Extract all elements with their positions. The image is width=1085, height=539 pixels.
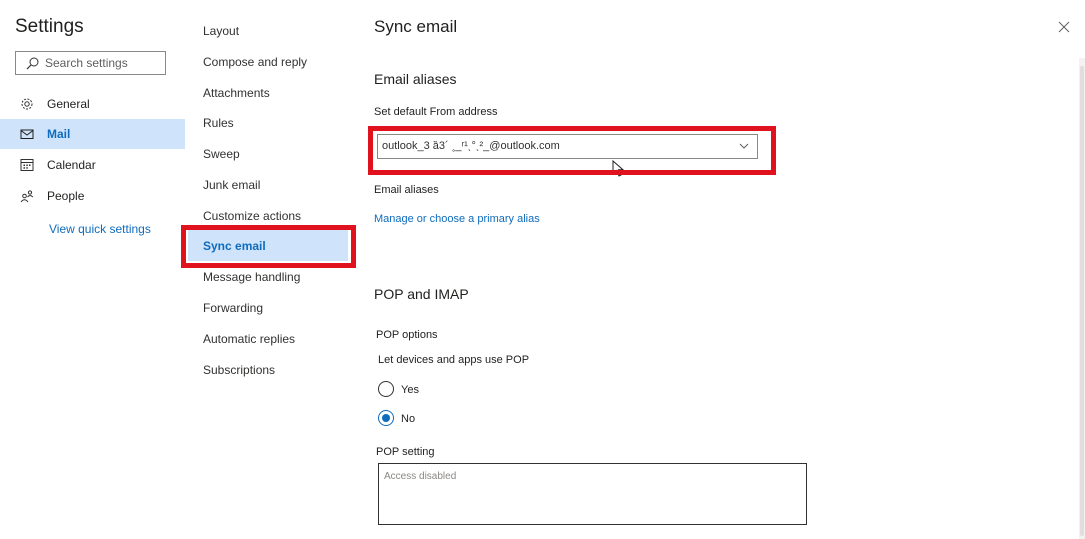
submenu-item-junk-email[interactable]: Junk email [203,178,260,192]
submenu-item-rules[interactable]: Rules [203,116,234,130]
let-devices-label: Let devices and apps use POP [378,354,530,366]
nav-item-label: General [47,97,90,111]
nav-item-label: Calendar [47,158,96,172]
mail-icon [20,129,34,139]
submenu-item-customize-actions[interactable]: Customize actions [203,209,301,223]
email-aliases-heading: Email aliases [374,71,457,87]
calendar-icon [20,159,34,171]
view-quick-settings-link[interactable]: View quick settings [49,222,151,236]
nav-item-mail[interactable]: Mail [0,119,185,149]
pop-no-radio[interactable] [378,410,394,426]
search-box[interactable] [15,51,166,75]
search-input[interactable] [45,54,163,72]
pop-options-label: POP options [376,329,438,341]
pop-setting-value: Access disabled [384,471,457,482]
submenu-item-attachments[interactable]: Attachments [203,86,270,100]
submenu-item-forwarding[interactable]: Forwarding [203,301,263,315]
manage-alias-link[interactable]: Manage or choose a primary alias [374,213,540,225]
nav-item-label: People [47,189,85,203]
nav-item-general[interactable]: General [0,89,185,119]
nav-item-calendar[interactable]: Calendar [0,150,185,180]
annotation-frame-sync-email [181,225,356,268]
submenu-item-compose-and-reply[interactable]: Compose and reply [203,55,307,69]
close-icon[interactable] [1056,19,1072,35]
page-title: Sync email [374,17,458,36]
people-icon [20,190,34,203]
pop-setting-label: POP setting [376,446,435,458]
search-icon [26,57,39,70]
annotation-frame-default-from [368,126,776,175]
settings-title: Settings [15,16,84,37]
submenu-item-message-handling[interactable]: Message handling [203,270,300,284]
pop-yes-label: Yes [401,384,419,396]
submenu-item-sweep[interactable]: Sweep [203,147,240,161]
pop-yes-radio[interactable] [378,381,394,397]
gear-icon [21,98,33,110]
default-from-label: Set default From address [374,106,498,118]
email-aliases-label: Email aliases [374,184,439,196]
nav-item-people[interactable]: People [0,181,185,211]
pop-no-label: No [401,413,416,425]
pop-imap-heading: POP and IMAP [374,286,469,302]
submenu-item-layout[interactable]: Layout [203,24,239,38]
pop-setting-box: Access disabled [378,463,807,525]
submenu-item-subscriptions[interactable]: Subscriptions [203,363,275,377]
nav-item-label: Mail [47,127,71,141]
submenu-item-automatic-replies[interactable]: Automatic replies [203,332,295,346]
scrollbar-thumb[interactable] [1080,66,1084,536]
